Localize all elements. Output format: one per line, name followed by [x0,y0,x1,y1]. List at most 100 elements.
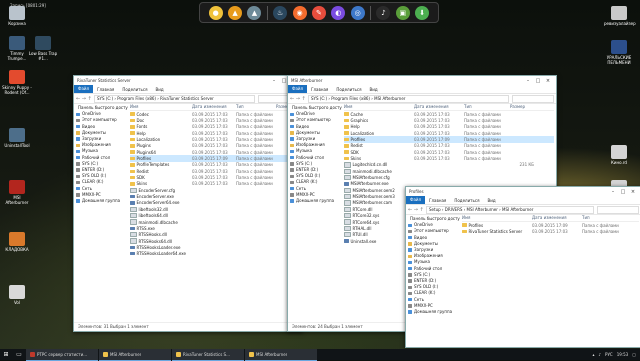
minimize-button[interactable]: – [608,189,618,195]
app-icon[interactable]: ▲ [228,5,243,20]
nav-item[interactable]: Домашняя группа [290,198,340,204]
desktop-icon[interactable]: Кино.rd [604,145,634,165]
taskbar-app-button[interactable]: MSI Afterburner [99,349,171,361]
clock[interactable]: 19:53 [617,352,629,357]
task-view-icon[interactable]: ▭ [12,351,26,358]
app-icon[interactable]: ▣ [395,5,410,20]
column-date-header[interactable]: Дата изменения [192,104,236,110]
column-date-header[interactable]: Дата изменения [414,104,464,110]
taskbar-app-button[interactable]: MSI Afterburner [245,349,317,361]
file-row[interactable]: Profiles 03.09.2015 17:09 Папка с файлами [130,155,300,162]
nav-arrows-icon[interactable]: ← → ↑ [408,207,426,213]
taskbar-app-button[interactable]: RivaTuner Statistics S... [172,349,244,361]
playstation-icon[interactable]: ♪ [376,5,391,20]
explorer-window-profiles[interactable]: Profiles – □ × Файл Главная Поделиться В… [405,186,640,348]
file-row[interactable]: RivaTuner Statistics Server 03.09.2015 17… [462,228,639,234]
ribbon-tab-view[interactable]: Вид [365,87,381,92]
column-type-header[interactable]: Тип [236,104,276,110]
search-input[interactable] [512,94,554,103]
file-row[interactable]: Plugins 03.09.2015 17:03 Папка с файлами [130,143,300,149]
ribbon-tab-share[interactable]: Поделиться [332,87,365,92]
file-row[interactable]: Profiles 03.09.2015 17:09 Папка с файлами [462,222,639,228]
ribbon-tab-home[interactable]: Главная [93,87,118,92]
file-row[interactable]: SDK 03.09.2015 17:03 Папка с файлами [130,174,300,180]
file-row[interactable]: Codec 03.09.2015 17:03 Папка с файлами [130,111,300,117]
desktop-icon[interactable]: Корзина [2,6,32,26]
column-type-header[interactable]: Тип [582,215,628,221]
origin-icon[interactable]: ◉ [292,5,307,20]
file-type: Папка с файлами [464,130,501,136]
file-row[interactable]: RTSSHooksLoader64.exe [130,251,300,257]
ribbon-tab-home[interactable]: Главная [425,198,450,203]
address-path[interactable]: Setup › DRIVERS › MSI Afterburner › MSI … [426,205,594,214]
close-button[interactable]: × [543,78,553,84]
file-row[interactable]: Fonts 03.09.2015 17:03 Папка с файлами [130,124,300,130]
column-name-header[interactable]: Имя [130,104,192,110]
nav-item-icon [76,162,80,166]
desktop-icon[interactable]: Skinny Puppy - Rodent (Of... [2,70,32,95]
column-name-header[interactable]: Имя [344,104,414,110]
ribbon-tab-share[interactable]: Поделиться [118,87,151,92]
nav-item[interactable]: Домашняя группа [76,198,126,204]
network-icon[interactable]: ▴ [592,352,594,357]
column-type-header[interactable]: Тип [464,104,510,110]
file-row[interactable]: Plugins64 03.09.2015 17:03 Папка с файлами [130,149,300,155]
ribbon-tab-home[interactable]: Главная [307,87,332,92]
nav-arrows-icon[interactable]: ← → ↑ [76,96,94,102]
file-row[interactable]: Doc 03.09.2015 17:03 Папка с файлами [130,117,300,123]
search-input[interactable] [597,205,639,214]
volume-icon[interactable]: ♪ [598,352,601,357]
maximize-button[interactable]: □ [618,189,628,195]
desktop-icon[interactable]: КЛАДОВКА [2,232,32,252]
desktop-icon[interactable]: MSI Afterburner [2,180,32,205]
app-icon[interactable]: ▲ [247,5,262,20]
window-title: MSI Afterburner [291,78,323,83]
app-icon[interactable]: ✎ [311,5,326,20]
desktop-icon[interactable]: ревизуалайзер [604,6,636,26]
ribbon-tab-view[interactable]: Вид [483,198,499,203]
ribbon-tab-file[interactable]: Файл [288,85,308,93]
maximize-button[interactable]: □ [533,78,543,84]
steam-icon[interactable]: ♨ [273,5,288,20]
nav-item[interactable]: Домашняя группа [408,309,458,315]
desktop-icon[interactable]: УРАЛЬСКИЕ ПЕЛЬМЕНИ [604,40,634,65]
download-icon[interactable]: ⬇ [415,5,430,20]
column-name-header[interactable]: Имя [462,215,532,221]
ribbon-tab-view[interactable]: Вид [151,87,167,92]
title-bar[interactable]: Profiles – □ × [406,187,640,196]
language-indicator[interactable]: РУС [605,352,613,357]
ribbon-tab-file[interactable]: Файл [74,85,94,93]
folder-icon [130,156,135,161]
folder-icon [344,118,349,123]
file-date: 03.09.2015 17:03 [192,168,228,174]
desktop-icon[interactable]: Vol [2,285,32,305]
desktop-icon[interactable]: UninstallTool [2,128,32,148]
taskbar-app-button[interactable]: РТРС сервер статисти... [26,349,98,361]
app-icon[interactable]: ◎ [350,5,365,20]
title-bar[interactable]: MSI Afterburner – □ × [288,76,556,85]
nav-arrows-icon[interactable]: ← → ↑ [290,96,308,102]
ribbon-tab-share[interactable]: Поделиться [450,198,483,203]
column-size-header[interactable]: Размер [510,104,534,110]
address-path[interactable]: SYS (C:) › Program Files (x86) › RivaTun… [94,94,255,103]
start-icon[interactable]: ⊞ [0,351,12,358]
file-type: Папка с файлами [236,130,273,136]
file-row[interactable]: Skins 03.09.2015 17:03 Папка с файлами [130,181,300,187]
file-row[interactable]: Localization 03.09.2015 17:03 Папка с файл… [130,136,300,142]
close-button[interactable]: × [628,189,638,195]
notifications-icon[interactable]: ▢ [632,352,636,357]
explorer-window-rivatuner[interactable]: RivaTuner Statistics Server – □ × Файл Г… [73,75,303,332]
column-date-header[interactable]: Дата изменения [532,215,582,221]
file-row[interactable]: Redist 03.09.2015 17:03 Папка с файлами [130,168,300,174]
title-bar[interactable]: RivaTuner Statistics Server – □ × [74,76,302,85]
minimize-button[interactable]: – [523,78,533,84]
file-row[interactable]: Help 03.09.2015 17:03 Папка с файлами [130,130,300,136]
exe-file-icon [130,245,135,250]
desktop-icon[interactable]: Low Bass Trap #1... [28,36,58,61]
app-icon[interactable]: ◐ [331,5,346,20]
file-row[interactable]: ProfileTemplates 03.09.2015 17:03 Папка с … [130,162,300,168]
minimize-button[interactable]: – [269,78,279,84]
ribbon-tab-file[interactable]: Файл [406,196,426,204]
app-icon[interactable]: ● [208,5,223,20]
address-path[interactable]: SYS (C:) › Program Files (x86) › MSI Aft… [308,94,509,103]
